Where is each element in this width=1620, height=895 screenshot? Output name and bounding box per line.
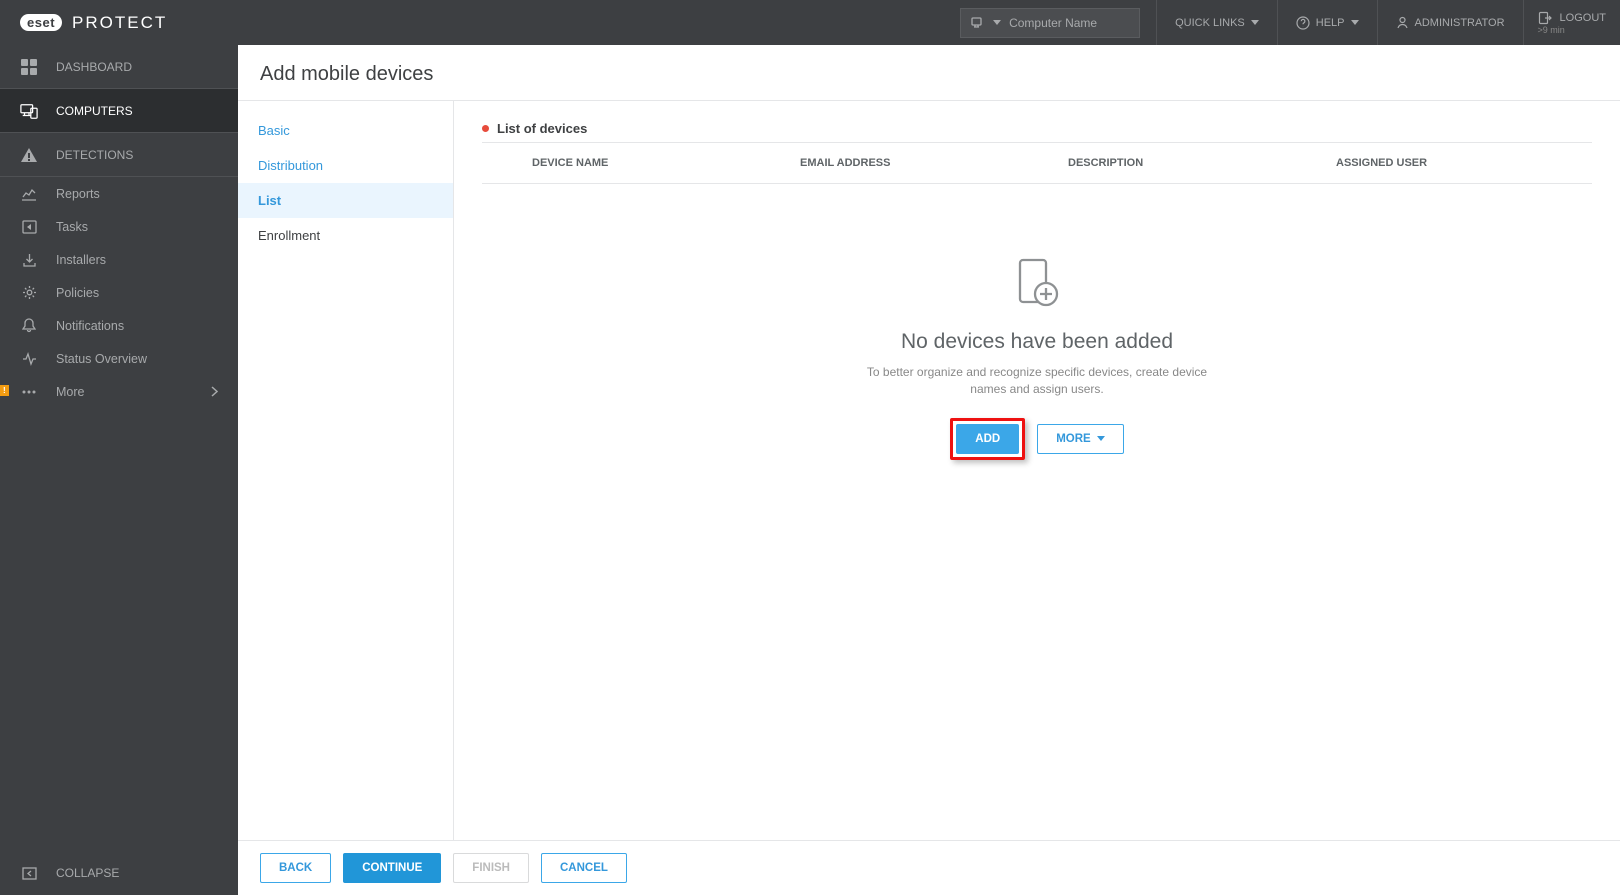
tasks-icon — [20, 218, 38, 236]
step-distribution[interactable]: Distribution — [238, 148, 453, 183]
sidebar-label: DASHBOARD — [56, 60, 132, 74]
wizard-footer: BACK CONTINUE FINISH CANCEL — [238, 840, 1620, 895]
empty-description: To better organize and recognize specifi… — [857, 364, 1217, 398]
empty-actions: ADD MORE — [950, 418, 1123, 460]
search-placeholder: Computer Name — [1009, 16, 1097, 30]
header-search[interactable]: Computer Name — [960, 8, 1140, 38]
policies-icon — [20, 284, 38, 302]
sidebar-item-computers[interactable]: COMPUTERS — [0, 89, 238, 133]
sidebar-label: DETECTIONS — [56, 148, 133, 162]
tutorial-highlight: ADD — [950, 418, 1025, 460]
brand: eset PROTECT — [20, 13, 167, 33]
alert-badge: ! — [0, 385, 9, 396]
sidebar-item-status-overview[interactable]: Status Overview — [0, 342, 238, 375]
step-enrollment[interactable]: Enrollment — [238, 218, 453, 253]
logout-button[interactable]: LOGOUT >9 min — [1523, 0, 1620, 45]
sidebar-item-notifications[interactable]: Notifications — [0, 309, 238, 342]
chevron-right-icon — [211, 386, 218, 397]
content-row: Basic Distribution List Enrollment List … — [238, 101, 1620, 840]
col-device-name: DEVICE NAME — [482, 143, 788, 183]
quick-links-label: QUICK LINKS — [1175, 17, 1245, 29]
wizard-steps: Basic Distribution List Enrollment — [238, 101, 454, 840]
back-button[interactable]: BACK — [260, 853, 331, 883]
sidebar-label: Tasks — [56, 220, 88, 234]
collapse-icon — [20, 864, 38, 882]
sidebar-label: Notifications — [56, 319, 124, 333]
empty-title: No devices have been added — [901, 330, 1173, 354]
required-dot-icon — [482, 125, 489, 132]
chevron-down-icon — [993, 20, 1001, 25]
empty-state: No devices have been added To better org… — [482, 184, 1592, 840]
app-header: eset PROTECT Computer Name QUICK LINKS H… — [0, 0, 1620, 45]
detections-icon — [20, 146, 38, 164]
user-icon — [1396, 16, 1409, 29]
step-list[interactable]: List — [238, 183, 453, 218]
logout-icon — [1538, 11, 1552, 25]
header-right: Computer Name QUICK LINKS HELP ADMINISTR… — [960, 0, 1620, 45]
sidebar-item-more[interactable]: ! More — [0, 375, 238, 408]
page-title: Add mobile devices — [260, 63, 1598, 86]
page-title-bar: Add mobile devices — [238, 45, 1620, 101]
monitor-icon — [971, 17, 985, 29]
sidebar-label: Policies — [56, 286, 99, 300]
section-heading-label: List of devices — [497, 121, 587, 136]
sidebar-item-installers[interactable]: Installers — [0, 243, 238, 276]
computers-icon — [20, 102, 38, 120]
step-basic[interactable]: Basic — [238, 113, 453, 148]
detail-panel: List of devices DEVICE NAME EMAIL ADDRES… — [454, 101, 1620, 840]
notifications-icon — [20, 317, 38, 335]
sidebar-item-dashboard[interactable]: DASHBOARD — [0, 45, 238, 89]
add-button[interactable]: ADD — [956, 424, 1019, 454]
table-header-row: DEVICE NAME EMAIL ADDRESS DESCRIPTION AS… — [482, 143, 1592, 184]
help-menu[interactable]: HELP — [1277, 0, 1377, 45]
continue-button[interactable]: CONTINUE — [343, 853, 441, 883]
eset-logo: eset — [20, 14, 62, 31]
cancel-button[interactable]: CANCEL — [541, 853, 627, 883]
chevron-down-icon — [1097, 436, 1105, 441]
collapse-label: COLLAPSE — [56, 866, 119, 880]
sidebar-label: More — [56, 385, 84, 399]
more-button[interactable]: MORE — [1037, 424, 1124, 454]
sidebar-item-policies[interactable]: Policies — [0, 276, 238, 309]
logout-timer: >9 min — [1538, 25, 1565, 35]
col-assigned-user: ASSIGNED USER — [1324, 143, 1592, 183]
sidebar: DASHBOARD COMPUTERS DETECTIONS Reports T… — [0, 45, 238, 895]
main-content: Add mobile devices Basic Distribution Li… — [238, 45, 1620, 895]
sidebar-item-reports[interactable]: Reports — [0, 177, 238, 210]
col-email: EMAIL ADDRESS — [788, 143, 1056, 183]
add-device-icon — [1008, 254, 1066, 312]
administrator-menu[interactable]: ADMINISTRATOR — [1377, 0, 1523, 45]
col-description: DESCRIPTION — [1056, 143, 1324, 183]
section-heading: List of devices — [482, 121, 1592, 143]
chevron-down-icon — [1351, 20, 1359, 25]
sidebar-label: Installers — [56, 253, 106, 267]
dashboard-icon — [20, 58, 38, 76]
quick-links-menu[interactable]: QUICK LINKS — [1156, 0, 1277, 45]
sidebar-label: COMPUTERS — [56, 104, 133, 118]
help-label: HELP — [1316, 17, 1345, 29]
installers-icon — [20, 251, 38, 269]
reports-icon — [20, 185, 38, 203]
help-icon — [1296, 16, 1310, 30]
product-name: PROTECT — [72, 13, 167, 33]
logout-label: LOGOUT — [1560, 12, 1606, 24]
more-icon — [20, 383, 38, 401]
sidebar-item-tasks[interactable]: Tasks — [0, 210, 238, 243]
administrator-label: ADMINISTRATOR — [1415, 17, 1505, 29]
status-icon — [20, 350, 38, 368]
sidebar-collapse-button[interactable]: COLLAPSE — [0, 851, 238, 895]
sidebar-label: Status Overview — [56, 352, 147, 366]
more-label: MORE — [1056, 433, 1091, 445]
finish-button: FINISH — [453, 853, 529, 883]
sidebar-label: Reports — [56, 187, 100, 201]
chevron-down-icon — [1251, 20, 1259, 25]
sidebar-item-detections[interactable]: DETECTIONS — [0, 133, 238, 177]
